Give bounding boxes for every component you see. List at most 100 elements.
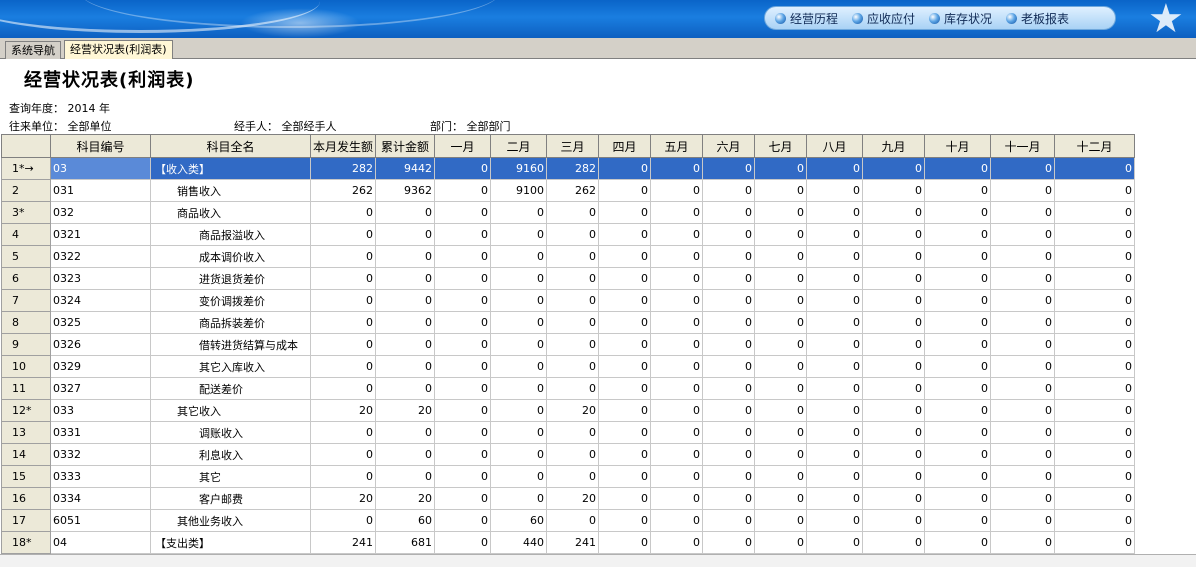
amount-cell[interactable]: 0 xyxy=(702,267,755,290)
amount-cell[interactable]: 0 xyxy=(806,487,863,510)
table-row[interactable]: 7 0324 变价调拨差价 0 0 0 0 0 0 0 0 0 0 0 0 0 0 xyxy=(1,289,1135,312)
table-row[interactable]: 2 031 销售收入 262 9362 0 9100 262 0 0 0 0 0 0 0 0 0 xyxy=(1,179,1135,202)
amount-cell[interactable]: 0 xyxy=(862,157,925,180)
amount-cell[interactable]: 0 xyxy=(924,245,991,268)
amount-cell[interactable]: 0 xyxy=(754,399,807,422)
amount-cell[interactable]: 0 xyxy=(434,289,491,312)
amount-cell[interactable]: 0 xyxy=(862,245,925,268)
amount-cell[interactable]: 681 xyxy=(375,531,435,554)
nav-inventory-status[interactable]: 库存状况 xyxy=(929,10,992,27)
row-number[interactable]: 4 xyxy=(1,223,51,246)
amount-cell[interactable]: 0 xyxy=(598,267,651,290)
amount-cell[interactable]: 0 xyxy=(650,289,703,312)
amount-cell[interactable]: 0 xyxy=(650,509,703,532)
account-code-cell[interactable]: 04 xyxy=(50,531,151,554)
account-name-cell[interactable]: 【收入类】 xyxy=(150,157,311,180)
amount-cell[interactable]: 0 xyxy=(598,311,651,334)
amount-cell[interactable]: 0 xyxy=(375,333,435,356)
amount-cell[interactable]: 0 xyxy=(310,245,376,268)
amount-cell[interactable]: 0 xyxy=(806,245,863,268)
table-row[interactable]: 9 0326 借转进货结算与成本 0 0 0 0 0 0 0 0 0 0 0 0 0 0 xyxy=(1,333,1135,356)
amount-cell[interactable]: 0 xyxy=(310,201,376,224)
account-name-cell[interactable]: 客户邮费 xyxy=(150,487,311,510)
account-name-cell[interactable]: 成本调价收入 xyxy=(150,245,311,268)
amount-cell[interactable]: 0 xyxy=(754,487,807,510)
table-row[interactable]: 1*→ 03 【收入类】 282 9442 0 9160 282 0 0 0 0 0 0 0 0 0 xyxy=(1,157,1135,180)
amount-cell[interactable]: 0 xyxy=(806,509,863,532)
column-header[interactable]: 科目编号 xyxy=(50,134,151,158)
amount-cell[interactable]: 0 xyxy=(546,377,599,400)
amount-cell[interactable]: 0 xyxy=(990,245,1055,268)
account-code-cell[interactable]: 03 xyxy=(50,157,151,180)
amount-cell[interactable]: 0 xyxy=(1054,487,1135,510)
amount-cell[interactable]: 0 xyxy=(434,443,491,466)
amount-cell[interactable]: 0 xyxy=(702,377,755,400)
amount-cell[interactable]: 0 xyxy=(862,311,925,334)
amount-cell[interactable]: 0 xyxy=(650,355,703,378)
account-code-cell[interactable]: 0334 xyxy=(50,487,151,510)
row-number[interactable]: 12* xyxy=(1,399,51,422)
amount-cell[interactable]: 0 xyxy=(598,443,651,466)
amount-cell[interactable]: 0 xyxy=(862,531,925,554)
amount-cell[interactable]: 0 xyxy=(546,201,599,224)
amount-cell[interactable]: 0 xyxy=(990,267,1055,290)
amount-cell[interactable]: 0 xyxy=(650,179,703,202)
amount-cell[interactable]: 0 xyxy=(490,377,547,400)
amount-cell[interactable]: 0 xyxy=(490,443,547,466)
amount-cell[interactable]: 0 xyxy=(862,333,925,356)
amount-cell[interactable]: 0 xyxy=(310,509,376,532)
table-row[interactable]: 6 0323 进货退货差价 0 0 0 0 0 0 0 0 0 0 0 0 0 0 xyxy=(1,267,1135,290)
amount-cell[interactable]: 0 xyxy=(490,311,547,334)
account-name-cell[interactable]: 调账收入 xyxy=(150,421,311,444)
amount-cell[interactable]: 262 xyxy=(546,179,599,202)
table-row[interactable]: 4 0321 商品报溢收入 0 0 0 0 0 0 0 0 0 0 0 0 0 0 xyxy=(1,223,1135,246)
amount-cell[interactable]: 0 xyxy=(598,421,651,444)
column-header[interactable]: 累计金额 xyxy=(375,134,435,158)
amount-cell[interactable]: 0 xyxy=(924,465,991,488)
amount-cell[interactable]: 0 xyxy=(375,355,435,378)
amount-cell[interactable]: 0 xyxy=(650,201,703,224)
amount-cell[interactable]: 0 xyxy=(754,289,807,312)
amount-cell[interactable]: 0 xyxy=(806,201,863,224)
column-header[interactable]: 八月 xyxy=(806,134,863,158)
amount-cell[interactable]: 0 xyxy=(310,443,376,466)
table-row[interactable]: 17 6051 其他业务收入 0 60 0 60 0 0 0 0 0 0 0 0 0 0 xyxy=(1,509,1135,532)
column-header[interactable]: 七月 xyxy=(754,134,807,158)
table-row[interactable]: 13 0331 调账收入 0 0 0 0 0 0 0 0 0 0 0 0 0 0 xyxy=(1,421,1135,444)
amount-cell[interactable]: 0 xyxy=(990,201,1055,224)
amount-cell[interactable]: 0 xyxy=(546,223,599,246)
amount-cell[interactable]: 0 xyxy=(806,355,863,378)
amount-cell[interactable]: 0 xyxy=(862,465,925,488)
amount-cell[interactable]: 0 xyxy=(924,509,991,532)
amount-cell[interactable]: 0 xyxy=(650,531,703,554)
amount-cell[interactable]: 0 xyxy=(754,267,807,290)
amount-cell[interactable]: 0 xyxy=(862,377,925,400)
account-name-cell[interactable]: 利息收入 xyxy=(150,443,311,466)
amount-cell[interactable]: 0 xyxy=(862,179,925,202)
amount-cell[interactable]: 0 xyxy=(490,267,547,290)
amount-cell[interactable]: 0 xyxy=(598,377,651,400)
amount-cell[interactable]: 0 xyxy=(650,267,703,290)
amount-cell[interactable]: 20 xyxy=(375,487,435,510)
amount-cell[interactable]: 0 xyxy=(434,201,491,224)
amount-cell[interactable]: 0 xyxy=(990,157,1055,180)
amount-cell[interactable]: 0 xyxy=(754,509,807,532)
table-row[interactable]: 10 0329 其它入库收入 0 0 0 0 0 0 0 0 0 0 0 0 0 0 xyxy=(1,355,1135,378)
amount-cell[interactable]: 0 xyxy=(924,201,991,224)
amount-cell[interactable]: 0 xyxy=(434,377,491,400)
amount-cell[interactable]: 0 xyxy=(990,421,1055,444)
amount-cell[interactable]: 0 xyxy=(598,487,651,510)
amount-cell[interactable]: 0 xyxy=(546,333,599,356)
amount-cell[interactable]: 0 xyxy=(924,421,991,444)
amount-cell[interactable]: 0 xyxy=(924,531,991,554)
row-number[interactable]: 10 xyxy=(1,355,51,378)
amount-cell[interactable]: 0 xyxy=(862,223,925,246)
column-header[interactable]: 四月 xyxy=(598,134,651,158)
amount-cell[interactable]: 0 xyxy=(375,443,435,466)
amount-cell[interactable]: 0 xyxy=(546,421,599,444)
amount-cell[interactable]: 0 xyxy=(754,245,807,268)
account-name-cell[interactable]: 【支出类】 xyxy=(150,531,311,554)
amount-cell[interactable]: 0 xyxy=(862,267,925,290)
amount-cell[interactable]: 0 xyxy=(990,509,1055,532)
column-header[interactable]: 五月 xyxy=(650,134,703,158)
